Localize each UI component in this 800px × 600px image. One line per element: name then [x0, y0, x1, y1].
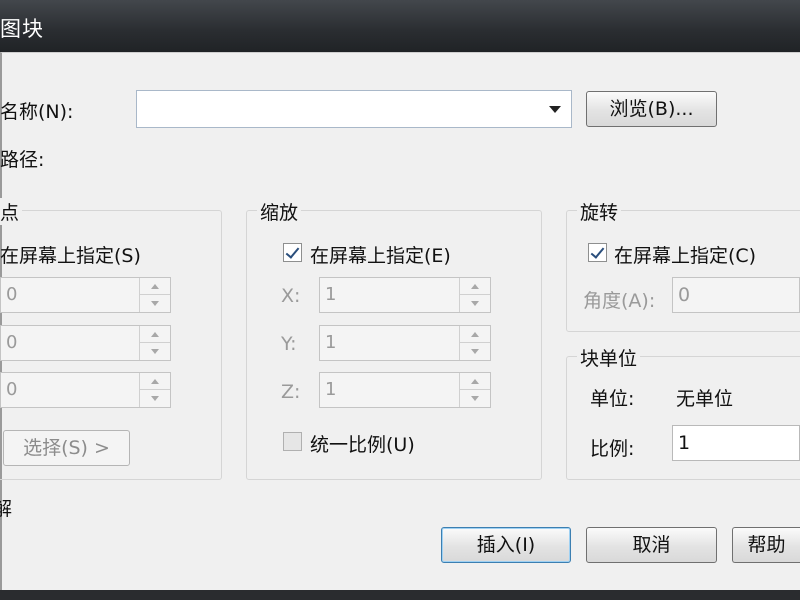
scale-y-label: Y: [281, 333, 297, 355]
insert-button[interactable]: 插入(I) [441, 527, 571, 563]
rotation-legend: 旋转 [577, 198, 622, 225]
scale-on-screen-checkbox[interactable] [283, 243, 302, 262]
insertion-point-legend: 点 [0, 198, 23, 225]
insertion-y-spinner[interactable]: 0 [0, 325, 171, 361]
unit-value: 无单位 [676, 388, 734, 410]
insertion-on-screen-label[interactable]: 在屏幕上指定(S) [0, 241, 141, 268]
spin-up-icon[interactable] [460, 373, 490, 390]
spin-up-icon[interactable] [140, 278, 170, 295]
help-button[interactable]: 帮助 [732, 527, 800, 563]
uniform-scale-checkbox[interactable] [283, 432, 302, 451]
insertion-x-spinner[interactable]: 0 [0, 277, 171, 313]
scale-z-label: Z: [281, 381, 301, 403]
spin-up-icon[interactable] [140, 326, 170, 343]
spin-down-icon[interactable] [460, 390, 490, 407]
spin-up-icon[interactable] [460, 278, 490, 295]
scale-z-spinner[interactable]: 1 [319, 372, 491, 408]
scale-x-spinner[interactable]: 1 [319, 277, 491, 313]
rotation-on-screen-checkbox[interactable] [588, 243, 607, 262]
rotation-group [566, 210, 800, 332]
window-title: 图块 [0, 17, 44, 41]
rotation-on-screen-label[interactable]: 在屏幕上指定(C) [614, 241, 756, 268]
angle-label: 角度(A): [583, 290, 656, 312]
cancel-button[interactable]: 取消 [586, 527, 717, 563]
factor-label: 比例: [590, 438, 635, 460]
block-unit-legend: 块单位 [577, 344, 641, 371]
factor-value-field: 1 [672, 425, 800, 461]
scale-legend: 缩放 [257, 198, 302, 225]
scale-x-label: X: [281, 285, 301, 307]
chevron-down-icon[interactable] [549, 106, 561, 113]
spin-up-icon[interactable] [460, 326, 490, 343]
title-bar[interactable]: 图块 [0, 0, 800, 52]
spin-down-icon[interactable] [460, 343, 490, 360]
block-name-combobox[interactable] [136, 90, 572, 128]
path-label: 路径: [0, 149, 45, 171]
insertion-z-spinner[interactable]: 0 [0, 372, 171, 408]
spin-down-icon[interactable] [140, 295, 170, 312]
scale-on-screen-label[interactable]: 在屏幕上指定(E) [310, 241, 451, 268]
uniform-scale-label[interactable]: 统一比例(U) [310, 430, 415, 457]
scale-y-spinner[interactable]: 1 [319, 325, 491, 361]
unit-label: 单位: [590, 388, 635, 410]
spin-down-icon[interactable] [460, 295, 490, 312]
browse-button[interactable]: 浏览(B)... [586, 91, 717, 127]
spin-down-icon[interactable] [140, 343, 170, 360]
angle-input[interactable]: 0 [672, 277, 800, 313]
block-unit-group [566, 356, 800, 480]
explode-label[interactable]: 解 [0, 494, 12, 521]
window-bottom-edge [0, 590, 800, 600]
pick-point-button[interactable]: 选择(S) > [3, 430, 130, 466]
name-label: 名称(N): [0, 101, 74, 123]
spin-up-icon[interactable] [140, 373, 170, 390]
spin-down-icon[interactable] [140, 390, 170, 407]
